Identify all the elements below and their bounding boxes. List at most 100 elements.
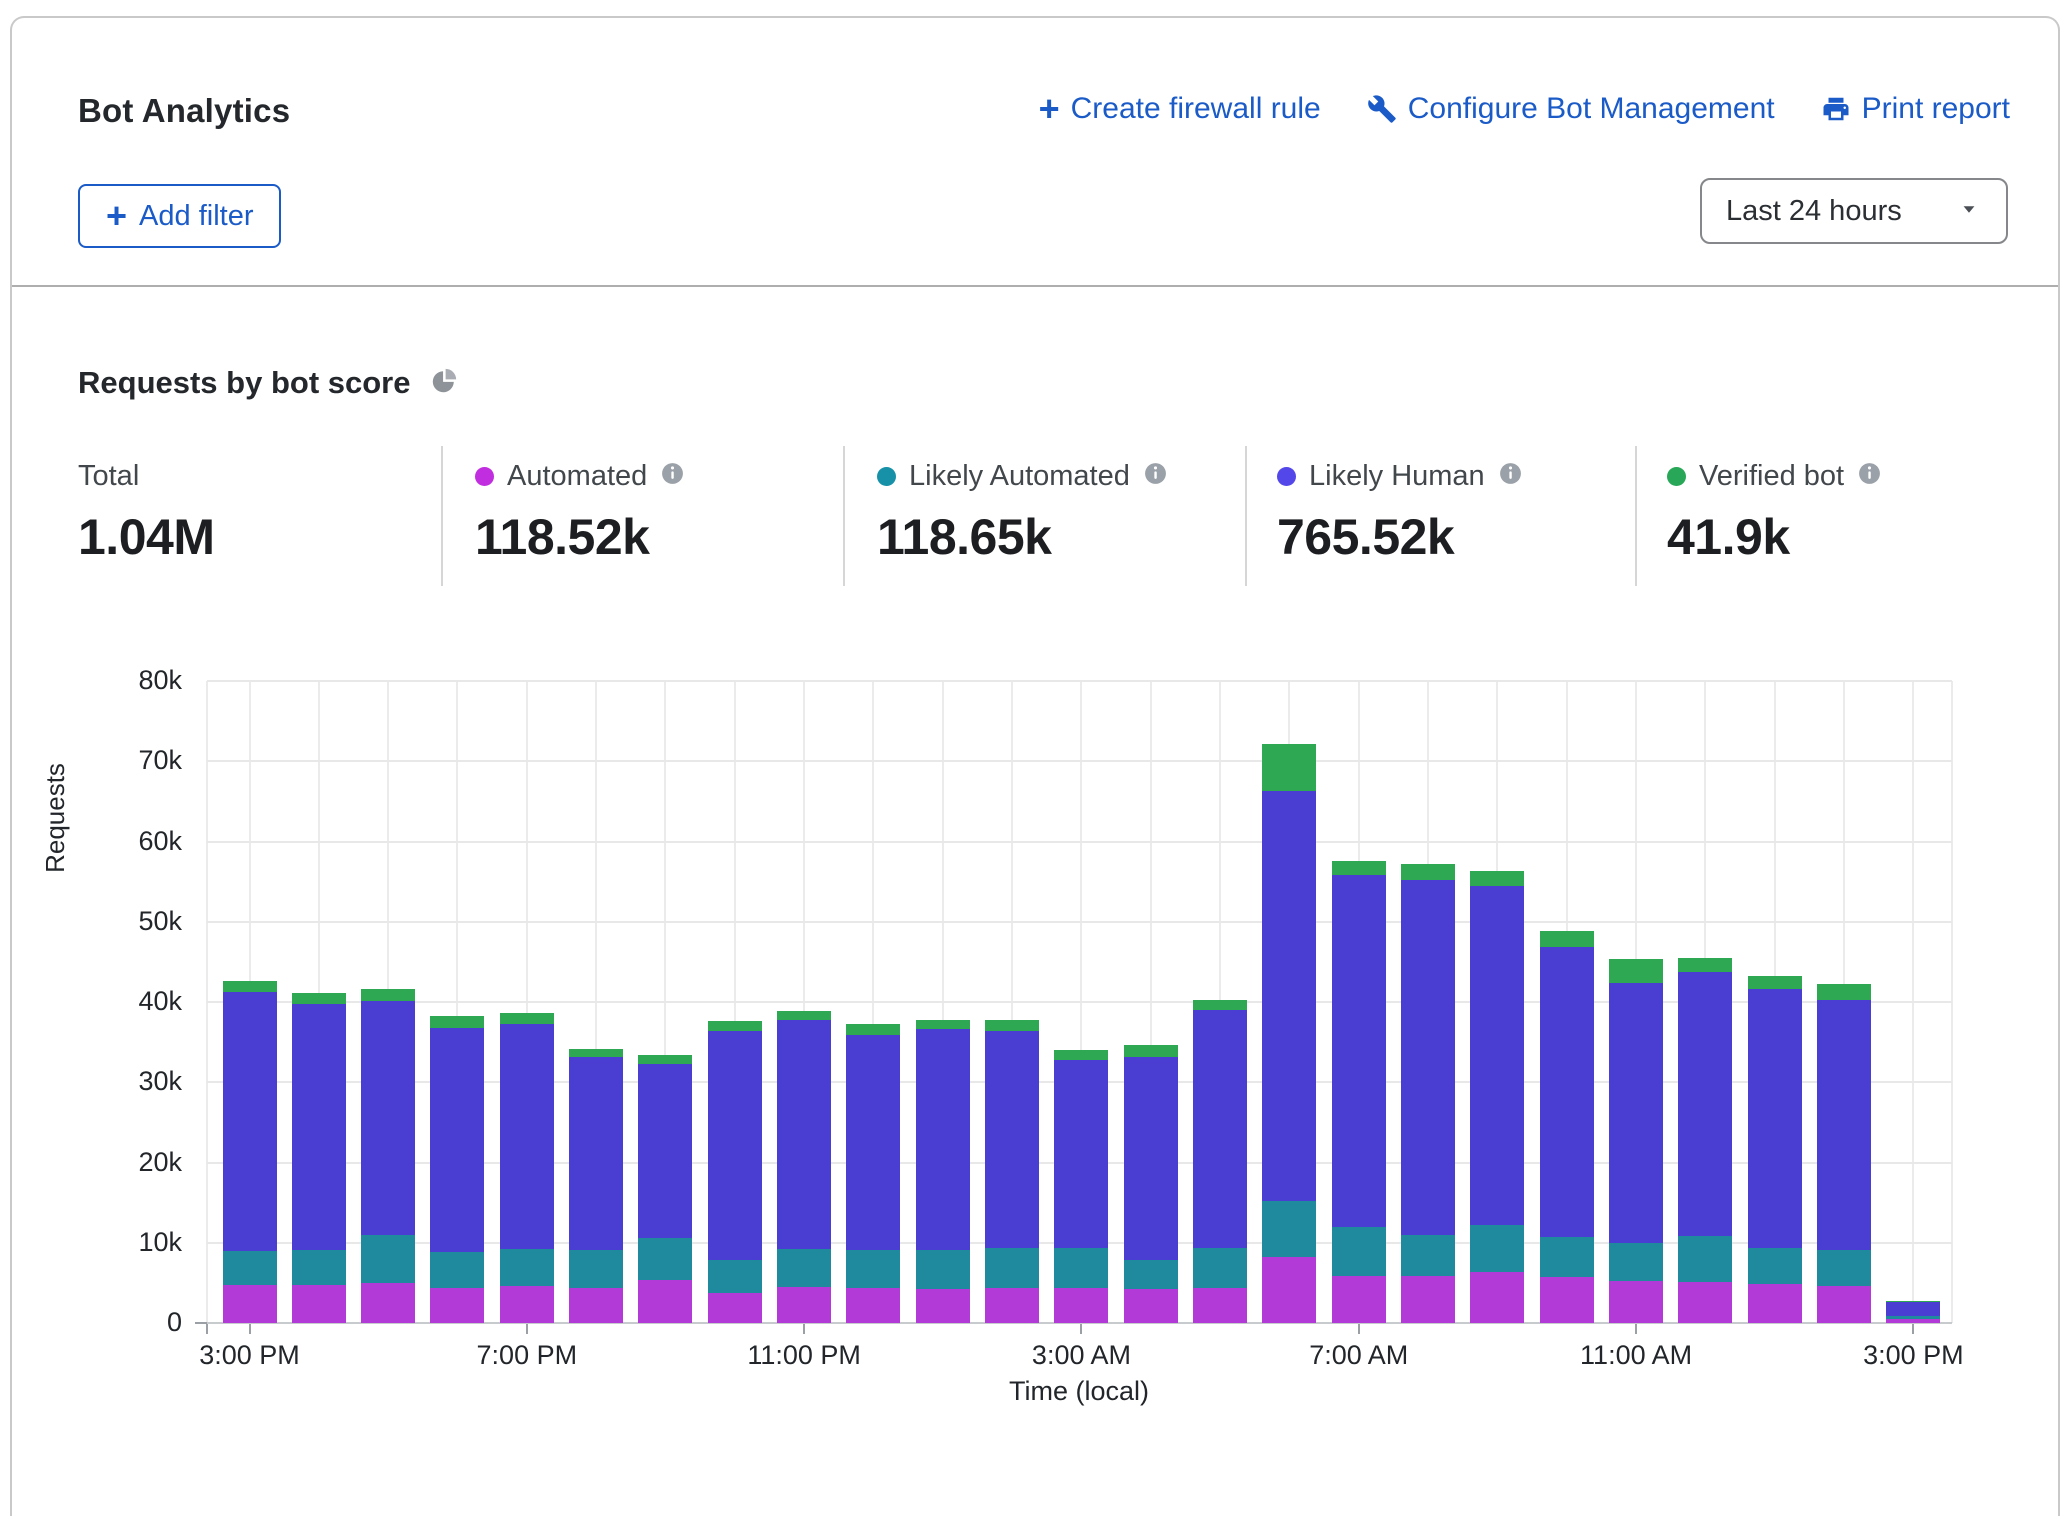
bar-segment[interactable] bbox=[1332, 861, 1386, 875]
bar-segment[interactable] bbox=[1054, 1050, 1108, 1060]
create-firewall-rule-link[interactable]: + Create firewall rule bbox=[1039, 92, 1321, 126]
bar-segment[interactable] bbox=[708, 1021, 762, 1031]
bar-segment[interactable] bbox=[292, 993, 346, 1004]
bar-segment[interactable] bbox=[1540, 947, 1594, 1237]
bar-segment[interactable] bbox=[223, 1251, 277, 1286]
bar-segment[interactable] bbox=[1609, 983, 1663, 1243]
bar-segment[interactable] bbox=[1678, 1282, 1732, 1323]
bar-segment[interactable] bbox=[1054, 1060, 1108, 1248]
info-icon[interactable] bbox=[1498, 461, 1523, 491]
info-icon[interactable] bbox=[1857, 461, 1882, 491]
bar-segment[interactable] bbox=[985, 1288, 1039, 1323]
bar-segment[interactable] bbox=[569, 1288, 623, 1323]
bar-segment[interactable] bbox=[1054, 1248, 1108, 1289]
time-range-select[interactable]: Last 24 hours bbox=[1700, 178, 2008, 244]
bar-segment[interactable] bbox=[1470, 1225, 1524, 1272]
bar-segment[interactable] bbox=[916, 1029, 970, 1250]
bar-segment[interactable] bbox=[1886, 1301, 1940, 1315]
bar-segment[interactable] bbox=[1817, 1286, 1871, 1323]
bar-segment[interactable] bbox=[1817, 1250, 1871, 1286]
bar-segment[interactable] bbox=[777, 1249, 831, 1287]
bar-segment[interactable] bbox=[569, 1049, 623, 1058]
bar-segment[interactable] bbox=[777, 1020, 831, 1249]
bar-segment[interactable] bbox=[1540, 1237, 1594, 1277]
bar-segment[interactable] bbox=[1470, 871, 1524, 885]
bar-segment[interactable] bbox=[1678, 958, 1732, 972]
bar-segment[interactable] bbox=[1332, 1227, 1386, 1277]
bar-segment[interactable] bbox=[1609, 1243, 1663, 1282]
bar-segment[interactable] bbox=[1262, 1257, 1316, 1323]
bar-segment[interactable] bbox=[1193, 1288, 1247, 1323]
bar-segment[interactable] bbox=[500, 1286, 554, 1323]
bar-segment[interactable] bbox=[500, 1024, 554, 1249]
bar-segment[interactable] bbox=[1748, 1284, 1802, 1323]
bar-segment[interactable] bbox=[708, 1260, 762, 1293]
bar-segment[interactable] bbox=[430, 1028, 484, 1252]
bar-segment[interactable] bbox=[292, 1285, 346, 1323]
info-icon[interactable] bbox=[660, 461, 685, 491]
bar-segment[interactable] bbox=[985, 1248, 1039, 1289]
bar-segment[interactable] bbox=[430, 1016, 484, 1027]
bar-segment[interactable] bbox=[1470, 1272, 1524, 1323]
bar-segment[interactable] bbox=[1609, 1281, 1663, 1323]
bar-segment[interactable] bbox=[1540, 931, 1594, 947]
bar-segment[interactable] bbox=[846, 1035, 900, 1250]
bar-segment[interactable] bbox=[1401, 1235, 1455, 1276]
bar-segment[interactable] bbox=[708, 1293, 762, 1323]
bar-segment[interactable] bbox=[1332, 875, 1386, 1226]
bar-segment[interactable] bbox=[292, 1004, 346, 1250]
bar-segment[interactable] bbox=[1540, 1277, 1594, 1323]
bar-segment[interactable] bbox=[1401, 864, 1455, 880]
bar-segment[interactable] bbox=[223, 992, 277, 1250]
bar-segment[interactable] bbox=[569, 1250, 623, 1288]
bar-segment[interactable] bbox=[1262, 1201, 1316, 1257]
bar-segment[interactable] bbox=[1124, 1260, 1178, 1290]
bar-segment[interactable] bbox=[1054, 1288, 1108, 1323]
bar-segment[interactable] bbox=[708, 1031, 762, 1261]
bar-segment[interactable] bbox=[846, 1024, 900, 1034]
bar-segment[interactable] bbox=[1124, 1057, 1178, 1260]
bar-segment[interactable] bbox=[1886, 1316, 1940, 1319]
bar-segment[interactable] bbox=[1124, 1289, 1178, 1323]
bar-segment[interactable] bbox=[361, 1283, 415, 1323]
bar-segment[interactable] bbox=[1748, 1248, 1802, 1283]
bar-segment[interactable] bbox=[1609, 959, 1663, 982]
bar-segment[interactable] bbox=[638, 1280, 692, 1323]
bar-segment[interactable] bbox=[223, 1285, 277, 1323]
bar-segment[interactable] bbox=[361, 1001, 415, 1235]
bar-segment[interactable] bbox=[1401, 1276, 1455, 1323]
bar-segment[interactable] bbox=[638, 1238, 692, 1280]
bar-segment[interactable] bbox=[1470, 886, 1524, 1225]
bar-segment[interactable] bbox=[1678, 972, 1732, 1235]
bar-segment[interactable] bbox=[569, 1057, 623, 1250]
bar-segment[interactable] bbox=[1886, 1319, 1940, 1323]
bar-segment[interactable] bbox=[500, 1249, 554, 1286]
configure-bot-management-link[interactable]: Configure Bot Management bbox=[1367, 92, 1775, 126]
bar-segment[interactable] bbox=[292, 1250, 346, 1285]
bar-segment[interactable] bbox=[1262, 744, 1316, 791]
bar-segment[interactable] bbox=[985, 1020, 1039, 1031]
bar-segment[interactable] bbox=[1193, 1000, 1247, 1010]
bar-segment[interactable] bbox=[1124, 1045, 1178, 1056]
bar-segment[interactable] bbox=[1817, 1000, 1871, 1250]
bar-segment[interactable] bbox=[1262, 791, 1316, 1201]
bar-segment[interactable] bbox=[1401, 880, 1455, 1235]
bar-segment[interactable] bbox=[916, 1289, 970, 1323]
bar-segment[interactable] bbox=[500, 1013, 554, 1024]
bar-segment[interactable] bbox=[777, 1011, 831, 1021]
bar-segment[interactable] bbox=[361, 1235, 415, 1283]
bar-segment[interactable] bbox=[777, 1287, 831, 1323]
bar-segment[interactable] bbox=[916, 1250, 970, 1289]
bar-segment[interactable] bbox=[223, 981, 277, 992]
print-report-link[interactable]: Print report bbox=[1821, 92, 2010, 126]
bar-segment[interactable] bbox=[430, 1288, 484, 1323]
bar-segment[interactable] bbox=[1678, 1236, 1732, 1283]
bar-segment[interactable] bbox=[361, 989, 415, 1001]
bar-segment[interactable] bbox=[1748, 989, 1802, 1248]
add-filter-button[interactable]: + Add filter bbox=[78, 184, 281, 248]
bar-segment[interactable] bbox=[916, 1020, 970, 1030]
bar-segment[interactable] bbox=[1817, 984, 1871, 1000]
bar-segment[interactable] bbox=[985, 1031, 1039, 1248]
bar-segment[interactable] bbox=[1886, 1301, 1940, 1302]
bar-segment[interactable] bbox=[1193, 1010, 1247, 1248]
